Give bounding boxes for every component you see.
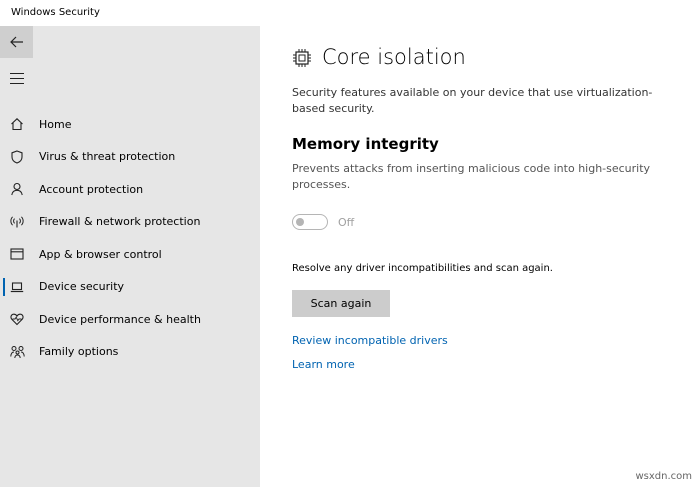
sidebar-item-firewall[interactable]: Firewall & network protection: [0, 206, 260, 239]
memory-integrity-toggle[interactable]: [292, 214, 328, 230]
person-icon: [9, 181, 25, 197]
sidebar-nav: Home Virus & threat protection Account p…: [0, 108, 260, 368]
chip-icon: [293, 49, 311, 67]
sidebar-item-label: Firewall & network protection: [39, 215, 201, 229]
home-icon: [9, 116, 25, 132]
sidebar-item-virus-threat[interactable]: Virus & threat protection: [0, 141, 260, 174]
back-button[interactable]: [0, 26, 33, 58]
title-bar: Windows Security: [0, 0, 700, 26]
sidebar-item-app-browser[interactable]: App & browser control: [0, 238, 260, 271]
scan-again-button[interactable]: Scan again: [292, 290, 390, 317]
sidebar-item-family[interactable]: Family options: [0, 336, 260, 369]
sidebar-item-device-performance[interactable]: Device performance & health: [0, 303, 260, 336]
sidebar-item-label: Home: [39, 117, 72, 131]
sidebar-item-label: App & browser control: [39, 247, 162, 261]
arrow-left-icon: [9, 36, 23, 48]
hamburger-menu-icon[interactable]: [10, 73, 24, 84]
sidebar-item-device-security[interactable]: Device security: [0, 271, 260, 304]
toggle-knob: [296, 217, 304, 226]
sidebar-item-home[interactable]: Home: [0, 108, 260, 141]
sidebar-item-account[interactable]: Account protection: [0, 173, 260, 206]
wifi-antenna-icon: [9, 214, 25, 230]
review-incompatible-drivers-link[interactable]: Review incompatible drivers: [292, 334, 448, 347]
page-description: Security features available on your devi…: [292, 86, 653, 115]
laptop-icon: [9, 279, 25, 295]
sidebar-item-label: Account protection: [39, 182, 144, 196]
toggle-state-label: Off: [338, 216, 355, 229]
sidebar: Home Virus & threat protection Account p…: [0, 26, 260, 487]
memory-integrity-description: Prevents attacks from inserting maliciou…: [292, 162, 651, 191]
family-icon: [9, 344, 25, 360]
heart-pulse-icon: [9, 311, 25, 327]
sidebar-item-label: Device security: [39, 280, 125, 294]
memory-integrity-title: Memory integrity: [292, 135, 439, 153]
window-title: Windows Security: [11, 7, 100, 18]
active-indicator: [3, 277, 5, 296]
watermark: wsxdn.com: [635, 471, 692, 482]
sidebar-item-label: Family options: [39, 345, 119, 359]
page-title: Core isolation: [322, 45, 466, 69]
main-content: Core isolation Security features availab…: [260, 26, 700, 487]
sidebar-item-label: Virus & threat protection: [39, 150, 176, 164]
resolve-instructions: Resolve any driver incompatibilities and…: [292, 263, 553, 274]
learn-more-link[interactable]: Learn more: [292, 358, 355, 371]
shield-icon: [9, 149, 25, 165]
sidebar-item-label: Device performance & health: [39, 312, 201, 326]
browser-window-icon: [9, 246, 25, 262]
